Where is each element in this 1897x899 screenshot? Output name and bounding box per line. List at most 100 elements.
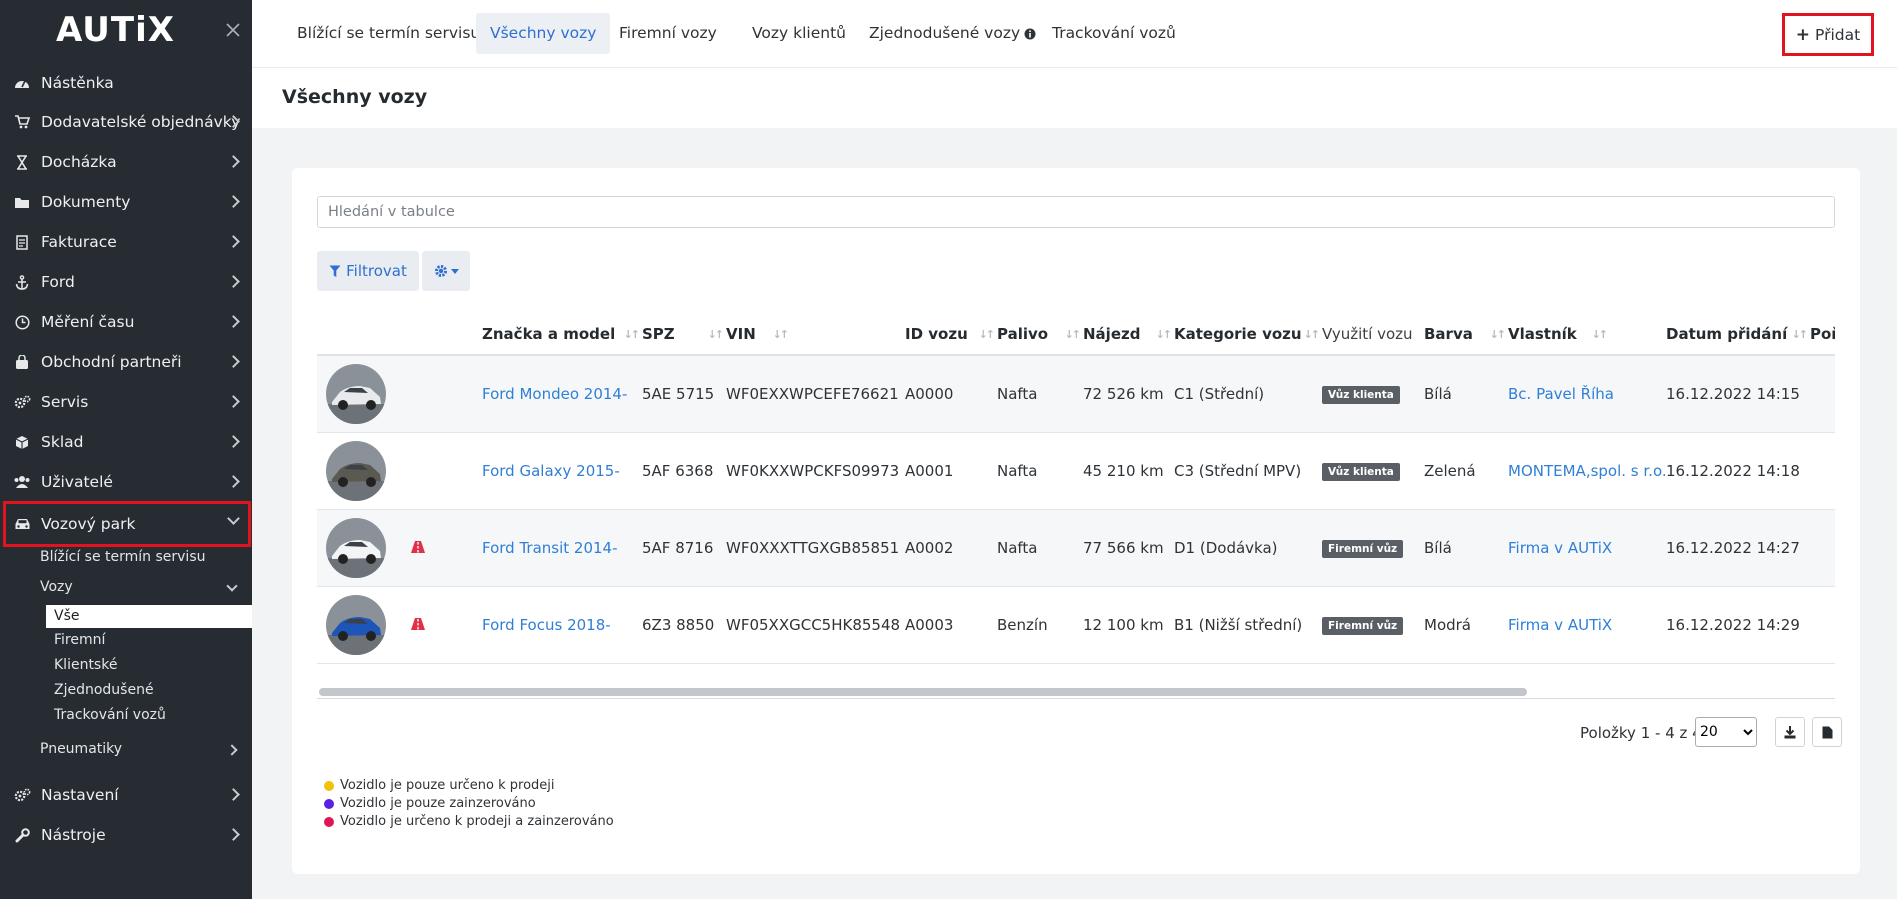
cell-date-added: 16.12.2022 14:29 bbox=[1666, 586, 1810, 664]
usage-badge: Firemní vůz bbox=[1322, 539, 1404, 558]
cell-owner[interactable]: Bc. Pavel Říha bbox=[1508, 355, 1666, 433]
cell-fuel: Nafta bbox=[997, 509, 1083, 587]
sidebar-item-ford[interactable]: Ford bbox=[6, 264, 248, 300]
cell-model[interactable]: Ford Transit 2014- bbox=[482, 509, 642, 587]
cell-spz: 6Z3 8850 bbox=[642, 586, 726, 664]
table-row[interactable]: Ford Transit 2014- 5AF 8716 WF0XXXTTGXGB85… bbox=[317, 509, 1835, 587]
cell-photo[interactable] bbox=[317, 355, 391, 433]
car-photo-image bbox=[326, 594, 386, 655]
car-photo[interactable] bbox=[326, 594, 386, 655]
sidebar-subitem-all[interactable]: Vše bbox=[46, 605, 252, 628]
sidebar-item-business-partners[interactable]: Obchodní partneři bbox=[6, 344, 248, 380]
export-download-button[interactable] bbox=[1775, 717, 1805, 747]
sidebar-item-service[interactable]: Servis bbox=[6, 384, 248, 420]
cell-car-id: A0002 bbox=[905, 509, 997, 587]
cell-model[interactable]: Ford Galaxy 2015- bbox=[482, 432, 642, 510]
column-header-mileage[interactable]: Nájezd ↓↑ bbox=[1083, 313, 1174, 356]
car-photo[interactable] bbox=[326, 363, 386, 424]
table-row[interactable]: Ford Galaxy 2015- 5AF 6368 WF0KXXWPCKFS099… bbox=[317, 432, 1835, 510]
sidebar-item-supplier-orders[interactable]: Dodavatelské objednávky bbox=[6, 104, 248, 140]
sidebar-item-label: Dokumenty bbox=[41, 193, 131, 211]
chevron-right-icon bbox=[226, 744, 238, 756]
sidebar-item-tools[interactable]: Nástroje bbox=[6, 817, 248, 853]
sidebar-item-settings[interactable]: Nastavení bbox=[6, 777, 248, 813]
sidebar-item-fleet[interactable]: Vozový park bbox=[3, 501, 251, 547]
cell-more bbox=[1810, 432, 1835, 510]
scrollbar-thumb[interactable] bbox=[319, 688, 1527, 696]
chevron-right-icon bbox=[227, 235, 240, 248]
sidebar-item-label: Dodavatelské objednávky bbox=[41, 113, 241, 131]
cell-model[interactable]: Ford Mondeo 2014- bbox=[482, 355, 642, 433]
sidebar-subitem-client[interactable]: Klientské bbox=[54, 657, 117, 673]
sidebar-item-invoicing[interactable]: Fakturace bbox=[6, 224, 248, 260]
column-header-model[interactable]: Značka a model ↓↑ bbox=[482, 313, 642, 356]
cell-spz: 5AE 5715 bbox=[642, 355, 726, 433]
column-header-date-added[interactable]: Datum přidání ↓↑ bbox=[1666, 313, 1810, 356]
export-document-button[interactable] bbox=[1812, 717, 1842, 747]
sidebar-item-documents[interactable]: Dokumenty bbox=[6, 184, 248, 220]
table-settings-button[interactable] bbox=[422, 251, 470, 291]
tab-company-cars[interactable]: Firemní vozy bbox=[605, 13, 731, 54]
cell-vin: WF0XXXTTGXGB85851 bbox=[726, 509, 905, 587]
cell-fuel: Benzín bbox=[997, 586, 1083, 664]
cell-photo[interactable] bbox=[317, 586, 391, 664]
sidebar-item-users[interactable]: Uživatelé bbox=[6, 464, 248, 500]
cell-model[interactable]: Ford Focus 2018- bbox=[482, 586, 642, 664]
clock-icon bbox=[13, 314, 31, 330]
table-row[interactable]: Ford Focus 2018- 6Z3 8850 WF05XXGCC5HK8554… bbox=[317, 586, 1835, 664]
filter-button[interactable]: Filtrovat bbox=[317, 251, 419, 291]
column-header-owner[interactable]: Vlastník ↓↑ bbox=[1508, 313, 1666, 356]
column-status bbox=[391, 313, 482, 356]
sidebar-subitem-tracking[interactable]: Trackování vozů bbox=[54, 707, 166, 723]
horizontal-scrollbar[interactable] bbox=[317, 685, 1835, 699]
sidebar-subitem-cars[interactable]: Vozy bbox=[40, 579, 73, 595]
cart-icon bbox=[13, 114, 31, 130]
car-photo[interactable] bbox=[326, 517, 386, 578]
close-icon[interactable] bbox=[225, 22, 241, 38]
sidebar-subitem-simplified[interactable]: Zjednodušené bbox=[54, 682, 154, 698]
sort-icon: ↓↑ bbox=[1303, 328, 1321, 341]
sidebar-subitem-tires[interactable]: Pneumatiky bbox=[40, 741, 122, 757]
app-logo[interactable]: AUTiX bbox=[56, 10, 175, 50]
sidebar-item-attendance[interactable]: Docházka bbox=[6, 144, 248, 180]
cell-owner[interactable]: MONTEMA,spol. s r.o. bbox=[1508, 432, 1666, 510]
table-header-row: Značka a model ↓↑ SPZ ↓↑ VIN ↓↑ ID vozu ↓↑ P… bbox=[317, 313, 1835, 356]
car-photo[interactable] bbox=[326, 440, 386, 501]
cell-owner[interactable]: Firma v AUTiX bbox=[1508, 586, 1666, 664]
sidebar-item-time-tracking[interactable]: Měření času bbox=[6, 304, 248, 340]
sidebar-item-dashboard[interactable]: Nástěnka bbox=[6, 65, 248, 101]
table-row[interactable]: Ford Mondeo 2014- 5AE 5715 WF0EXXWPCEFE766… bbox=[317, 355, 1835, 433]
tab-car-tracking[interactable]: Trackování vozů bbox=[1038, 13, 1190, 54]
column-header-fuel[interactable]: Palivo ↓↑ bbox=[997, 313, 1083, 356]
cell-more bbox=[1810, 586, 1835, 664]
table-search-input[interactable] bbox=[317, 196, 1835, 228]
tab-client-cars[interactable]: Vozy klientů bbox=[738, 13, 860, 54]
cell-status bbox=[391, 509, 482, 587]
column-header-category[interactable]: Kategorie vozu ↓↑ bbox=[1174, 313, 1322, 356]
sidebar-subitem-company[interactable]: Firemní bbox=[54, 632, 105, 648]
cell-photo[interactable] bbox=[317, 432, 391, 510]
column-header-spz[interactable]: SPZ ↓↑ bbox=[642, 313, 726, 356]
info-icon[interactable] bbox=[1024, 28, 1036, 40]
tab-simplified-cars[interactable]: Zjednodušené vozy bbox=[855, 13, 1050, 54]
tab-upcoming-service[interactable]: Blížící se termín servisu bbox=[283, 13, 494, 54]
column-header-more[interactable]: Poř bbox=[1810, 313, 1835, 356]
chevron-down-icon bbox=[226, 580, 238, 592]
sidebar-item-warehouse[interactable]: Sklad bbox=[6, 424, 248, 460]
column-header-color[interactable]: Barva ↓↑ bbox=[1424, 313, 1508, 356]
cell-category: C1 (Střední) bbox=[1174, 355, 1322, 433]
sidebar-item-label: Vozový park bbox=[41, 515, 136, 533]
sidebar-subitem-upcoming-service[interactable]: Blížící se termín servisu bbox=[40, 549, 205, 565]
column-header-car-id[interactable]: ID vozu ↓↑ bbox=[905, 313, 997, 356]
add-button[interactable]: + Přidat bbox=[1782, 13, 1874, 56]
tab-label: Zjednodušené vozy bbox=[869, 24, 1021, 42]
tab-all-cars[interactable]: Všechny vozy bbox=[476, 13, 611, 54]
folder-icon bbox=[13, 194, 31, 210]
sidebar-item-label: Fakturace bbox=[41, 233, 117, 251]
column-header-vin[interactable]: VIN ↓↑ bbox=[726, 313, 905, 356]
cell-color: Bílá bbox=[1424, 509, 1508, 587]
cell-owner[interactable]: Firma v AUTiX bbox=[1508, 509, 1666, 587]
cell-date-added: 16.12.2022 14:18 bbox=[1666, 432, 1810, 510]
page-size-select[interactable]: 20 bbox=[1695, 717, 1757, 747]
cell-photo[interactable] bbox=[317, 509, 391, 587]
